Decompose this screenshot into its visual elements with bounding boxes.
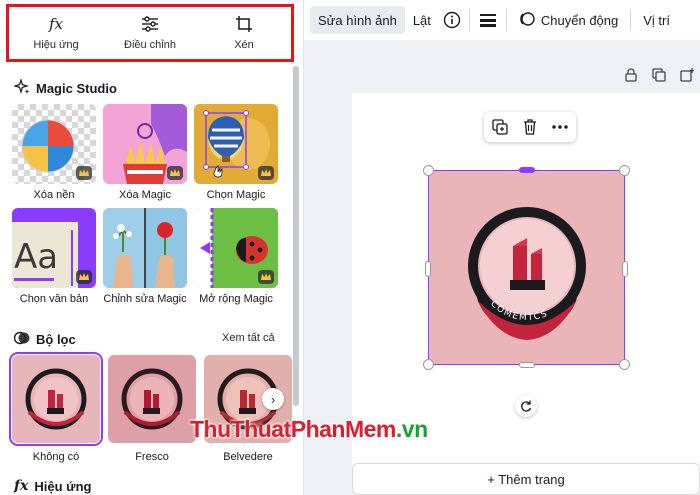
section-title: Bộ lọc xyxy=(36,332,76,347)
edit-image-button[interactable]: Sửa hình ảnh xyxy=(310,6,405,34)
crown-icon xyxy=(167,166,183,180)
crown-icon xyxy=(76,166,92,180)
page-tools xyxy=(624,68,695,87)
resize-handle[interactable] xyxy=(519,362,535,368)
filter-label: Belvedere xyxy=(223,451,273,463)
section-title: Magic Studio xyxy=(36,81,117,96)
resize-handle[interactable] xyxy=(622,261,628,277)
divider xyxy=(630,9,632,31)
sliders-icon xyxy=(141,15,159,33)
lock-icon[interactable] xyxy=(624,68,638,87)
filter-item-fresco[interactable]: Fresco xyxy=(108,355,196,463)
tab-effects[interactable]: fx Hiệu ứng xyxy=(9,7,103,59)
tab-label: Hiệu ứng xyxy=(33,39,79,51)
filter-list: Không có Fresco Belvedere xyxy=(9,352,292,463)
item-label: Chỉnh sửa Magic xyxy=(103,293,187,305)
magic-edit-thumbnail xyxy=(103,208,187,288)
item-label: Chọn Magic xyxy=(206,189,266,201)
chevron-right-icon[interactable]: › xyxy=(262,388,284,410)
tab-crop[interactable]: Xén xyxy=(197,7,291,59)
tab-adjust[interactable]: Điều chỉnh xyxy=(103,7,197,59)
crop-icon xyxy=(235,15,253,33)
sparkle-icon xyxy=(12,77,30,98)
crown-icon xyxy=(258,166,274,180)
side-panel: fx Hiệu ứng Điều chỉnh Xén Magic Studio xyxy=(0,0,304,495)
filter-thumbnail xyxy=(9,352,103,446)
remove-bg-thumbnail xyxy=(12,104,96,184)
svg-text:Aa: Aa xyxy=(14,237,58,277)
section-title: Hiệu ứng xyxy=(34,478,92,494)
resize-handle[interactable] xyxy=(519,167,535,173)
canvas-area: COMEMTCS + Thêm trang xyxy=(304,40,700,495)
design-page[interactable]: COMEMTCS xyxy=(352,93,700,477)
duplicate-page-icon[interactable] xyxy=(652,68,666,87)
magic-eraser-thumbnail xyxy=(103,104,187,184)
copy-icon[interactable] xyxy=(492,119,508,135)
filters-heading: Bộ lọc xyxy=(13,331,76,348)
magic-item-magic-grab[interactable]: Chọn Magic xyxy=(194,104,278,201)
motion-icon xyxy=(519,11,535,30)
magic-studio-heading: Magic Studio xyxy=(12,77,117,98)
resize-handle[interactable] xyxy=(619,359,630,370)
divider xyxy=(468,9,470,31)
crown-icon xyxy=(76,270,92,284)
item-label: Xóa nền xyxy=(33,189,75,201)
filter-thumbnail xyxy=(108,355,196,443)
position-button[interactable]: Vị trí xyxy=(635,6,678,34)
trash-icon[interactable] xyxy=(523,119,537,135)
magic-studio-grid: Xóa nền Xóa Magic Chọn Magic Aa Chọn văn… xyxy=(12,104,278,305)
fx-icon: fx xyxy=(14,478,29,494)
item-label: Chọn văn bản xyxy=(19,293,89,305)
divider xyxy=(505,9,507,31)
item-label: Mở rộng Magic xyxy=(199,293,273,305)
filter-item-none[interactable]: Không có xyxy=(9,352,103,463)
more-options-icon[interactable] xyxy=(552,125,569,129)
filter-item-belvedere[interactable]: Belvedere xyxy=(204,355,292,463)
grab-text-thumbnail: Aa xyxy=(12,208,96,288)
tab-label: Xén xyxy=(234,39,254,51)
filter-label: Không có xyxy=(32,451,80,463)
resize-handle[interactable] xyxy=(423,359,434,370)
fx-icon: fx xyxy=(48,15,63,33)
magic-grab-thumbnail xyxy=(194,104,278,184)
magic-expand-thumbnail xyxy=(194,208,278,288)
item-label: Xóa Magic xyxy=(119,189,171,201)
element-context-menu xyxy=(484,112,576,142)
tab-label: Điều chỉnh xyxy=(124,39,176,51)
panel-tabs: fx Hiệu ứng Điều chỉnh Xén xyxy=(6,4,294,62)
motion-button[interactable]: Chuyển động xyxy=(511,6,626,34)
cosmetics-logo-image: COMEMTCS xyxy=(429,171,624,364)
magic-item-magic-edit[interactable]: Chỉnh sửa Magic xyxy=(103,208,187,305)
magic-item-remove-bg[interactable]: Xóa nền xyxy=(12,104,96,201)
selected-image[interactable]: COMEMTCS xyxy=(423,165,630,370)
magic-item-magic-eraser[interactable]: Xóa Magic xyxy=(103,104,187,201)
add-page-button[interactable]: + Thêm trang xyxy=(352,463,700,495)
rotate-icon[interactable] xyxy=(515,395,537,417)
filter-label: Fresco xyxy=(135,451,169,463)
see-all-link[interactable]: Xem tất cả xyxy=(222,332,275,344)
flip-button[interactable]: Lật xyxy=(405,6,439,34)
panel-scrollbar[interactable] xyxy=(293,66,299,406)
resize-handle[interactable] xyxy=(619,165,630,176)
effects-heading: fx Hiệu ứng xyxy=(14,478,91,494)
resize-handle[interactable] xyxy=(423,165,434,176)
resize-handle[interactable] xyxy=(425,261,431,277)
filter-icon xyxy=(13,331,30,348)
add-page-icon[interactable] xyxy=(680,68,695,87)
line-weight-icon[interactable] xyxy=(474,6,502,34)
magic-item-grab-text[interactable]: Aa Chọn văn bản xyxy=(12,208,96,305)
info-icon[interactable] xyxy=(439,6,465,34)
motion-label: Chuyển động xyxy=(540,12,619,28)
crown-icon xyxy=(258,270,274,284)
magic-item-magic-expand[interactable]: Mở rộng Magic xyxy=(194,208,278,305)
context-toolbar: Sửa hình ảnh Lật Chuyển động Vị trí xyxy=(304,0,700,40)
